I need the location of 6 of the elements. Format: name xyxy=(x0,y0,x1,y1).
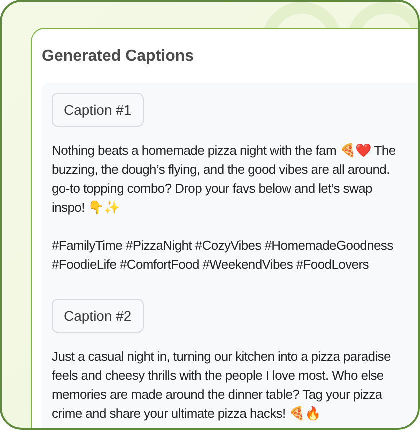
caption-text: #FamilyTime #PizzaNight #CozyVibes #HomemadeGoodness #FoodieLife #ComfortFood #WeekendVibes #FoodLovers xyxy=(52,237,394,274)
caption-tab[interactable]: Caption #2 xyxy=(52,299,144,333)
section-title: Generated Captions xyxy=(42,47,196,67)
caption-text: Nothing beats a homemade pizza night with the fam 🍕❤ The buzzing, the dough’s flying, and the good vibes are all around. go-to topping combo? Drop your favs below and let’s swap inspo! 👇✨ xyxy=(52,142,397,217)
caption-text: Just a casual night in, turning our kitchen into a pizza paradise feels and cheesy thrills with the people I love most. Who else memories are made around the dinner table? Tag your pizza crime and share your ultimate pizza hacks! 🍕🔥 xyxy=(52,348,392,423)
caption-tab[interactable]: Caption #1 xyxy=(52,93,144,127)
